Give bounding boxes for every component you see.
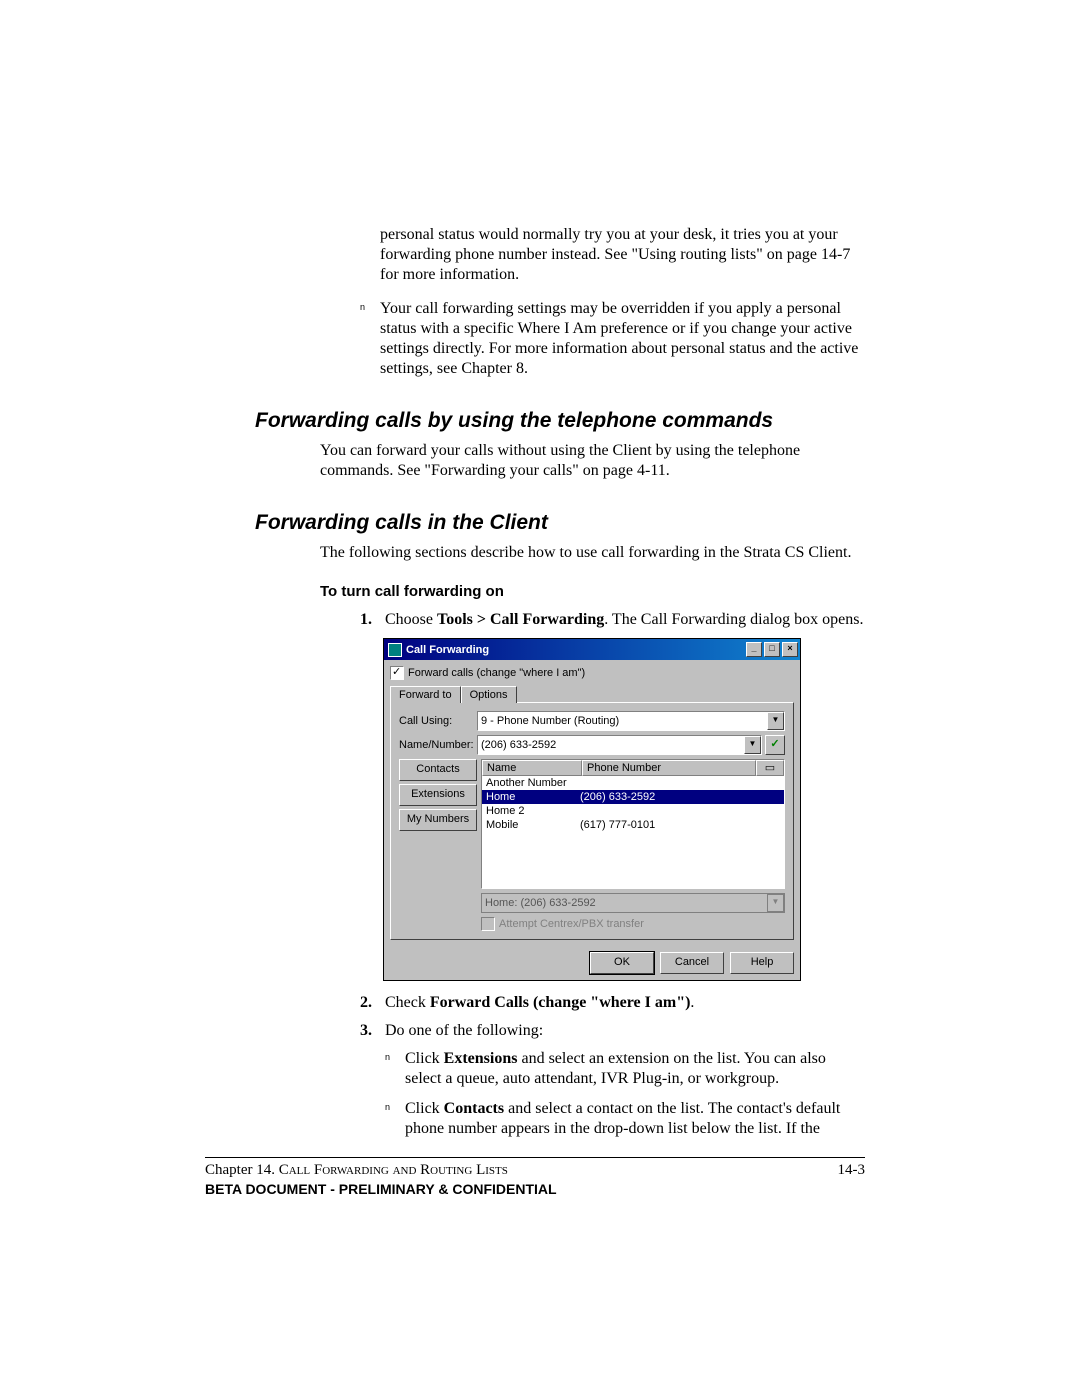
dropdown-icon[interactable]: ▼ — [744, 736, 761, 754]
step-3-bullet-contacts: Click Contacts and select a contact on t… — [385, 1099, 865, 1139]
help-button[interactable]: Help — [730, 952, 794, 974]
name-number-combo[interactable]: (206) 633-2592 ▼ — [477, 735, 762, 755]
ok-button[interactable]: OK — [590, 952, 654, 974]
centrex-transfer-checkbox — [481, 917, 495, 931]
verify-button[interactable]: ✓ — [765, 735, 785, 755]
step-2: 2. Check Forward Calls (change "where I … — [360, 993, 865, 1013]
system-menu-icon[interactable] — [388, 643, 402, 657]
dropdown-icon: ▼ — [767, 894, 784, 912]
footer-page-number: 14-3 — [838, 1162, 866, 1179]
dialog-titlebar[interactable]: Call Forwarding _ □ × — [384, 639, 800, 660]
close-button[interactable]: × — [782, 642, 798, 657]
label-name-number: Name/Number: — [399, 739, 477, 751]
dialog-title: Call Forwarding — [406, 644, 744, 656]
number-listview[interactable]: Name Phone Number ▭ Another NumberHome(2… — [481, 759, 785, 889]
step-1: 1. Choose Tools > Call Forwarding. The C… — [360, 610, 865, 630]
extensions-button[interactable]: Extensions — [399, 784, 477, 806]
call-using-value: 9 - Phone Number (Routing) — [481, 715, 619, 727]
body-forwarding-client: The following sections describe how to u… — [320, 543, 865, 563]
heading-telephone-commands: Forwarding calls by using the telephone … — [255, 409, 865, 433]
call-forwarding-dialog: Call Forwarding _ □ × Forward calls (cha… — [383, 638, 801, 981]
page-footer: Chapter 14. Call Forwarding and Routing … — [205, 1157, 865, 1197]
forward-calls-label: Forward calls (change "where I am") — [408, 667, 585, 679]
col-header-phone[interactable]: Phone Number — [582, 760, 756, 776]
step-1-menu-path: Tools > Call Forwarding — [437, 611, 604, 628]
minimize-button[interactable]: _ — [746, 642, 762, 657]
step-1-text-a: Choose — [385, 611, 437, 628]
footer-confidential: BETA DOCUMENT - PRELIMINARY & CONFIDENTI… — [205, 1181, 865, 1197]
col-header-name[interactable]: Name — [482, 760, 582, 776]
list-row[interactable]: Mobile(617) 777-0101 — [482, 818, 784, 832]
step-2-text-a: Check — [385, 994, 430, 1011]
step-2-text-c: . — [690, 994, 694, 1011]
tab-options[interactable]: Options — [461, 686, 517, 703]
col-header-end-icon[interactable]: ▭ — [756, 760, 784, 776]
maximize-button[interactable]: □ — [764, 642, 780, 657]
step-1-text-c: . The Call Forwarding dialog box opens. — [604, 611, 863, 628]
step-3-bullet-extensions: Click Extensions and select an extension… — [385, 1049, 865, 1089]
call-using-combo[interactable]: 9 - Phone Number (Routing) ▼ — [477, 711, 785, 731]
step-2-checkbox-name: Forward Calls (change "where I am") — [430, 994, 691, 1011]
cancel-button[interactable]: Cancel — [660, 952, 724, 974]
intro-bullet-override: Your call forwarding settings may be ove… — [360, 299, 865, 379]
step-3: 3. Do one of the following: — [360, 1021, 865, 1041]
my-numbers-button[interactable]: My Numbers — [399, 809, 477, 831]
footer-chapter: Chapter 14. Call Forwarding and Routing … — [205, 1162, 508, 1179]
forward-calls-checkbox[interactable] — [390, 666, 404, 680]
dropdown-icon[interactable]: ▼ — [767, 712, 784, 730]
subheading-turn-on: To turn call forwarding on — [320, 583, 865, 600]
body-telephone-commands: You can forward your calls without using… — [320, 441, 865, 481]
tab-forward-to[interactable]: Forward to — [390, 686, 461, 703]
contacts-button[interactable]: Contacts — [399, 759, 477, 781]
label-call-using: Call Using: — [399, 715, 477, 727]
list-row[interactable]: Home 2 — [482, 804, 784, 818]
selected-number-value: Home: (206) 633-2592 — [485, 897, 596, 909]
list-row[interactable]: Home(206) 633-2592 — [482, 790, 784, 804]
name-number-value: (206) 633-2592 — [481, 739, 556, 751]
heading-forwarding-client: Forwarding calls in the Client — [255, 511, 865, 535]
step-3-text: Do one of the following: — [385, 1022, 543, 1039]
list-row[interactable]: Another Number — [482, 776, 784, 790]
selected-number-combo: Home: (206) 633-2592 ▼ — [481, 893, 785, 913]
centrex-transfer-label: Attempt Centrex/PBX transfer — [499, 918, 644, 930]
intro-continuation: personal status would normally try you a… — [380, 225, 865, 285]
